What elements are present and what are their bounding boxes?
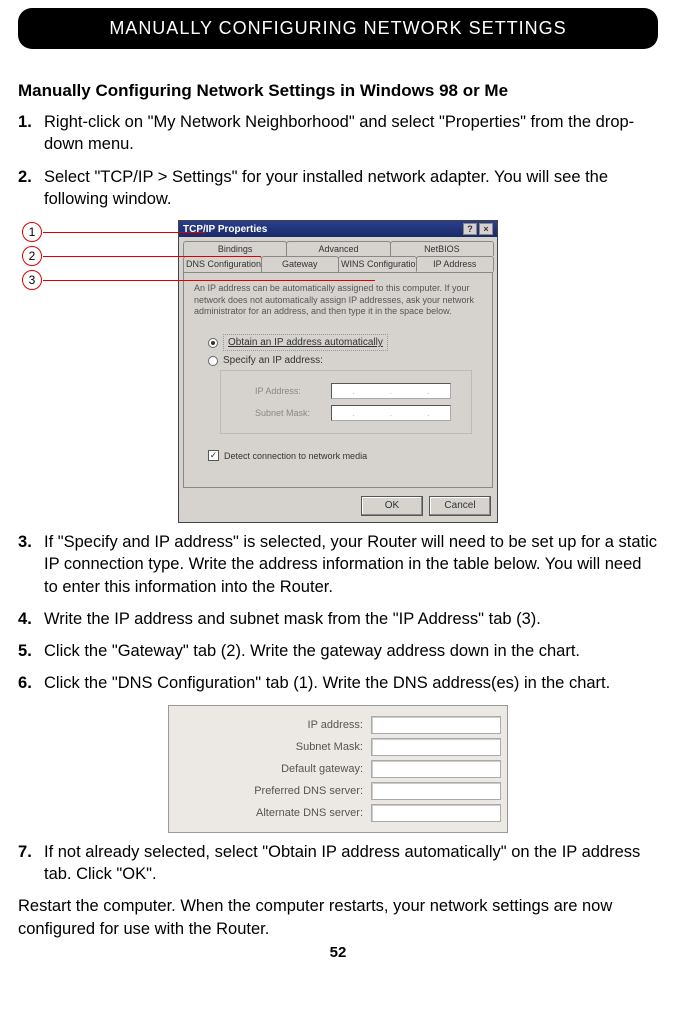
- ok-button[interactable]: OK: [361, 496, 423, 516]
- subnet-row: Subnet Mask: ...: [255, 405, 467, 421]
- tab-strip-row2: DNS Configuration Gateway WINS Configura…: [179, 256, 497, 272]
- info-ip-label: IP address:: [175, 719, 365, 731]
- info-dns1-row: Preferred DNS server:: [175, 782, 501, 800]
- info-dns2-row: Alternate DNS server:: [175, 804, 501, 822]
- info-subnet-field[interactable]: [371, 738, 501, 756]
- info-ip-field[interactable]: [371, 716, 501, 734]
- step-3: If "Specify and IP address" is selected,…: [18, 531, 658, 598]
- step-5: Click the "Gateway" tab (2). Write the g…: [18, 640, 658, 662]
- tab-gateway[interactable]: Gateway: [261, 256, 340, 272]
- step-6: Click the "DNS Configuration" tab (1). W…: [18, 672, 658, 694]
- radio-icon: [208, 338, 218, 348]
- page-header: MANUALLY CONFIGURING NETWORK SETTINGS: [18, 8, 658, 49]
- figure-1-wrap: 1 2 3 TCP/IP Properties ? × Bindings Adv…: [18, 220, 658, 523]
- steps-list: Right-click on "My Network Neighborhood"…: [18, 111, 658, 210]
- help-button[interactable]: ?: [463, 223, 477, 235]
- subnet-input[interactable]: ...: [331, 405, 451, 421]
- callout-3: 3: [22, 270, 42, 290]
- tab-wins[interactable]: WINS Configuration: [338, 256, 417, 272]
- callout-column: 1 2 3: [22, 222, 42, 294]
- steps-list-3: If not already selected, select "Obtain …: [18, 841, 658, 886]
- ip-address-input[interactable]: ...: [331, 383, 451, 399]
- section-subtitle: Manually Configuring Network Settings in…: [18, 81, 658, 101]
- callout-2: 2: [22, 246, 42, 266]
- radio-specify[interactable]: Specify an IP address:: [208, 355, 482, 366]
- detect-media-check[interactable]: ✓ Detect connection to network media: [208, 450, 482, 461]
- step-2: Select "TCP/IP > Settings" for your inst…: [18, 166, 658, 211]
- info-subnet-row: Subnet Mask:: [175, 738, 501, 756]
- detect-media-label: Detect connection to network media: [224, 451, 367, 461]
- info-dns2-field[interactable]: [371, 804, 501, 822]
- dialog-body: An IP address can be automatically assig…: [183, 272, 493, 488]
- step-7: If not already selected, select "Obtain …: [18, 841, 658, 886]
- tab-bindings[interactable]: Bindings: [183, 241, 287, 256]
- page-number: 52: [18, 944, 658, 961]
- tcpip-dialog: TCP/IP Properties ? × Bindings Advanced …: [178, 220, 498, 523]
- radio-obtain-label: Obtain an IP address automatically: [223, 334, 388, 351]
- info-dns1-label: Preferred DNS server:: [175, 785, 365, 797]
- closing-text: Restart the computer. When the computer …: [18, 895, 658, 940]
- step-1: Right-click on "My Network Neighborhood"…: [18, 111, 658, 156]
- tab-dns-config[interactable]: DNS Configuration: [183, 256, 262, 272]
- callout-1: 1: [22, 222, 42, 242]
- tab-advanced[interactable]: Advanced: [286, 241, 390, 256]
- step-4: Write the IP address and subnet mask fro…: [18, 608, 658, 630]
- info-gateway-label: Default gateway:: [175, 763, 365, 775]
- steps-list-2: If "Specify and IP address" is selected,…: [18, 531, 658, 695]
- radio-obtain-auto[interactable]: Obtain an IP address automatically: [208, 334, 482, 351]
- tab-strip-row1: Bindings Advanced NetBIOS: [179, 237, 497, 256]
- info-gateway-field[interactable]: [371, 760, 501, 778]
- radio-icon: [208, 356, 218, 366]
- ip-address-label: IP Address:: [255, 386, 325, 396]
- figure-2-wrap: IP address: Subnet Mask: Default gateway…: [18, 705, 658, 833]
- close-button[interactable]: ×: [479, 223, 493, 235]
- cancel-button[interactable]: Cancel: [429, 496, 491, 516]
- tab-ip-address[interactable]: IP Address: [416, 256, 495, 272]
- info-dns2-label: Alternate DNS server:: [175, 807, 365, 819]
- dialog-description: An IP address can be automatically assig…: [194, 283, 482, 318]
- subnet-label: Subnet Mask:: [255, 408, 325, 418]
- dialog-titlebar: TCP/IP Properties ? ×: [179, 221, 497, 237]
- info-subnet-label: Subnet Mask:: [175, 741, 365, 753]
- info-table: IP address: Subnet Mask: Default gateway…: [168, 705, 508, 833]
- info-ip-row: IP address:: [175, 716, 501, 734]
- ip-address-row: IP Address: ...: [255, 383, 467, 399]
- tab-netbios[interactable]: NetBIOS: [390, 241, 494, 256]
- callout-2-label: 2: [29, 249, 36, 263]
- callout-1-label: 1: [29, 225, 36, 239]
- info-gateway-row: Default gateway:: [175, 760, 501, 778]
- radio-specify-label: Specify an IP address:: [223, 355, 323, 366]
- checkbox-icon: ✓: [208, 450, 219, 461]
- info-dns1-field[interactable]: [371, 782, 501, 800]
- callout-3-label: 3: [29, 273, 36, 287]
- dialog-buttons: OK Cancel: [179, 492, 497, 522]
